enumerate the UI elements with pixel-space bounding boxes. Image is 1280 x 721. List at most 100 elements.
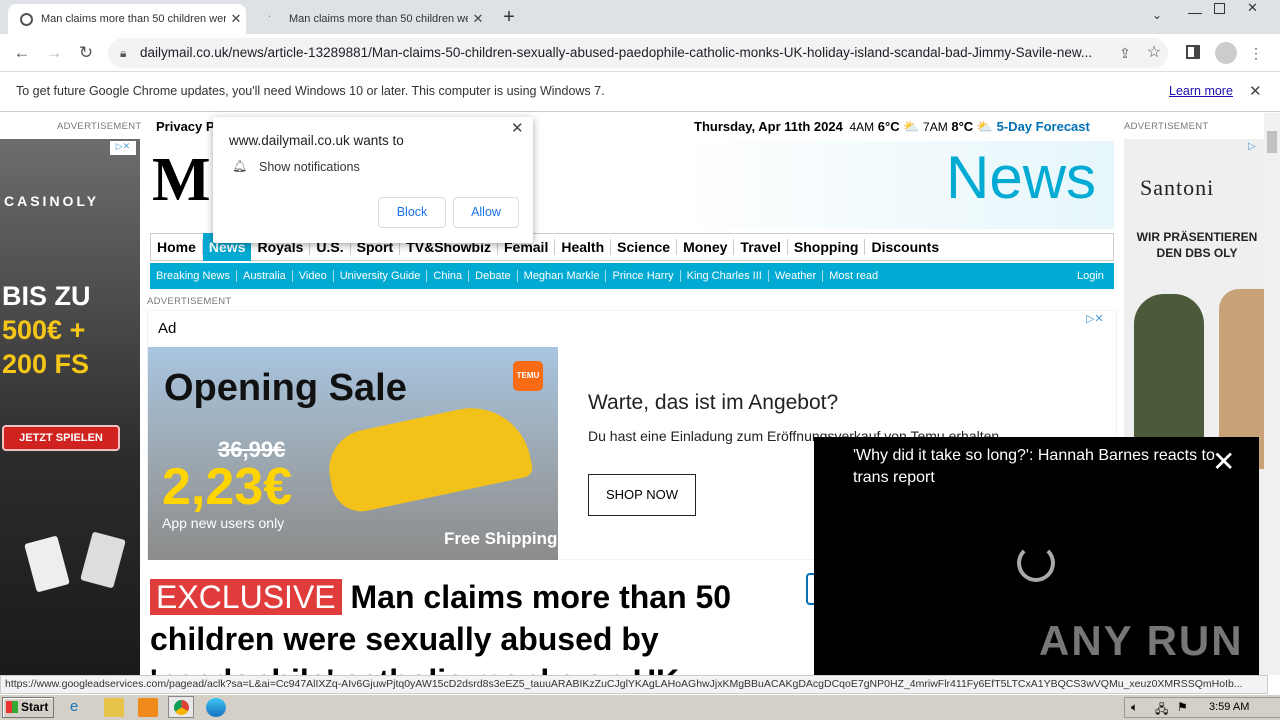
chrome-icon xyxy=(174,700,189,715)
sub-nav: Breaking News Australia Video University… xyxy=(150,263,1114,289)
nav-travel[interactable]: Travel xyxy=(734,239,788,255)
ie-icon[interactable]: e xyxy=(70,698,90,717)
bell-icon: 🔔︎ xyxy=(232,159,248,173)
reload-icon[interactable]: ↻ xyxy=(74,41,98,65)
adchoices-icon[interactable]: ▷✕ xyxy=(1086,312,1104,325)
article-headline[interactable]: EXCLUSIVE Man claims more than 50 childr… xyxy=(150,576,800,675)
media-player-icon[interactable] xyxy=(138,698,158,717)
close-popup-icon[interactable]: ✕ xyxy=(511,119,524,137)
learn-more-link[interactable]: Learn more xyxy=(1169,84,1233,98)
new-tab-button[interactable]: + xyxy=(498,6,520,28)
tab-inactive[interactable]: ˈ Man claims more than 50 children were … xyxy=(256,4,488,34)
start-label: Start xyxy=(21,700,49,714)
ad-note: App new users only xyxy=(162,515,285,531)
subnav-item[interactable]: Debate xyxy=(469,270,518,282)
subnav-item[interactable]: University Guide xyxy=(334,270,428,282)
ad-tag: Ad xyxy=(158,320,177,337)
close-infobar-icon[interactable]: ✕ xyxy=(1249,82,1262,100)
shoe-image xyxy=(321,397,535,517)
explorer-icon[interactable] xyxy=(104,698,124,717)
floating-video-player[interactable]: 'Why did it take so long?': Hannah Barne… xyxy=(814,437,1259,675)
scrollbar-thumb[interactable] xyxy=(1267,131,1277,153)
menu-kebab-icon[interactable]: ⋮ xyxy=(1244,41,1268,65)
subnav-item[interactable]: King Charles III xyxy=(681,270,769,282)
privacy-link[interactable]: Privacy P xyxy=(156,119,215,134)
block-button[interactable]: Block xyxy=(378,197,446,228)
browser-toolbar: ← → ↻ 🔒︎ dailymail.co.uk/news/article-13… xyxy=(0,34,1280,72)
santoni-brand: Santoni xyxy=(1140,175,1215,200)
taskbar: Start e 🔈︎ 🖧 ⚑ 3:59 AM xyxy=(0,694,1280,720)
loading-icon: ˈ xyxy=(268,14,271,24)
play-now-button[interactable]: JETZT SPIELEN xyxy=(2,425,120,451)
chrome-taskbar-button[interactable] xyxy=(168,696,194,718)
ad-line1: BIS ZU xyxy=(2,281,91,311)
shop-now-button[interactable]: SHOP NOW xyxy=(588,474,696,516)
allow-button[interactable]: Allow xyxy=(453,197,519,228)
back-icon[interactable]: ← xyxy=(10,41,34,65)
volume-icon[interactable]: 🔈︎ xyxy=(1131,700,1138,715)
close-tab-icon[interactable]: ✕ xyxy=(226,11,246,27)
edge-icon[interactable] xyxy=(206,698,226,717)
tab-search-icon[interactable]: ⌄ xyxy=(1152,8,1162,22)
minimize-icon[interactable] xyxy=(1188,4,1202,14)
left-casino-ad[interactable]: ▷✕ CASINOLY BIS ZU 500€ + 200 FS JETZT S… xyxy=(0,139,140,675)
ad-heading: Warte, das ist im Angebot? xyxy=(588,391,839,414)
flag-icon[interactable]: ⚑ xyxy=(1177,700,1188,714)
page-scrollbar[interactable] xyxy=(1264,113,1280,675)
nav-health[interactable]: Health xyxy=(555,239,612,255)
close-tab-icon[interactable]: ✕ xyxy=(468,11,488,27)
ad-line2: 500€ + xyxy=(2,315,86,345)
popup-permission: Show notifications xyxy=(259,160,360,174)
weather-cloud-icon: ⛅ xyxy=(976,119,993,134)
playing-card-image xyxy=(80,531,126,589)
tab-strip: Man claims more than 50 children were se… xyxy=(0,0,1280,34)
adchoices-icon[interactable]: ▷ xyxy=(1248,141,1256,152)
section-title: News xyxy=(946,144,1097,211)
web-page: ADVERTISEMENT ADVERTISEMENT ▷✕ CASINOLY … xyxy=(0,113,1280,675)
dailymail-logo[interactable]: M xyxy=(152,149,211,211)
video-title: 'Why did it take so long?': Hannah Barne… xyxy=(853,447,1215,486)
subnav-item[interactable]: Meghan Markle xyxy=(518,270,607,282)
weather-temp: 6°C xyxy=(877,119,900,134)
login-link[interactable]: Login xyxy=(1077,270,1104,282)
forward-icon[interactable]: → xyxy=(42,41,66,65)
headline-line: 'paedophile' catholic monks on UK xyxy=(150,663,679,675)
share-icon[interactable]: ⇪ xyxy=(1113,41,1137,65)
weather-time: 4AM xyxy=(849,120,875,134)
globe-icon xyxy=(20,12,33,26)
nav-science[interactable]: Science xyxy=(611,239,678,255)
subnav-item[interactable]: Most read xyxy=(823,270,884,282)
nav-home[interactable]: Home xyxy=(151,239,203,255)
subnav-item[interactable]: Weather xyxy=(769,270,824,282)
side-panel-icon[interactable] xyxy=(1186,45,1200,59)
advertisement-label: ADVERTISEMENT xyxy=(147,296,232,307)
bookmark-star-icon[interactable]: ☆ xyxy=(1142,41,1166,65)
subnav-item[interactable]: China xyxy=(427,270,470,282)
casino-brand: CASINOLY xyxy=(4,193,100,209)
tab-title: Man claims more than 50 children were se… xyxy=(289,13,468,25)
network-icon[interactable]: 🖧 xyxy=(1155,700,1168,721)
address-bar[interactable]: 🔒︎ dailymail.co.uk/news/article-13289881… xyxy=(108,38,1168,68)
anyrun-watermark: ANY RUN xyxy=(1039,617,1244,664)
profile-avatar-icon[interactable] xyxy=(1215,42,1237,64)
adchoices-icon[interactable]: ▷✕ xyxy=(110,141,136,155)
update-infobar: To get future Google Chrome updates, you… xyxy=(0,72,1280,112)
advertisement-label: ADVERTISEMENT xyxy=(57,121,142,132)
subnav-item[interactable]: Prince Harry xyxy=(606,270,681,282)
subnav-item[interactable]: Breaking News xyxy=(150,270,237,282)
nav-money[interactable]: Money xyxy=(677,239,735,255)
infobar-message: To get future Google Chrome updates, you… xyxy=(16,84,605,98)
restore-icon[interactable] xyxy=(1214,3,1225,14)
tab-active[interactable]: Man claims more than 50 children were se… xyxy=(8,4,246,34)
subnav-item[interactable]: Video xyxy=(293,270,334,282)
subnav-item[interactable]: Australia xyxy=(237,270,293,282)
temu-logo: TEMU xyxy=(513,361,543,391)
windows-logo-icon xyxy=(6,701,18,713)
forecast-link[interactable]: 5-Day Forecast xyxy=(997,119,1090,134)
nav-discounts[interactable]: Discounts xyxy=(865,239,945,255)
headline-line: children were sexually abused by xyxy=(150,621,659,657)
close-window-icon[interactable]: ✕ xyxy=(1247,0,1258,16)
close-video-icon[interactable]: ✕ xyxy=(1212,445,1235,478)
nav-shopping[interactable]: Shopping xyxy=(788,239,866,255)
start-button[interactable]: Start xyxy=(2,697,54,718)
